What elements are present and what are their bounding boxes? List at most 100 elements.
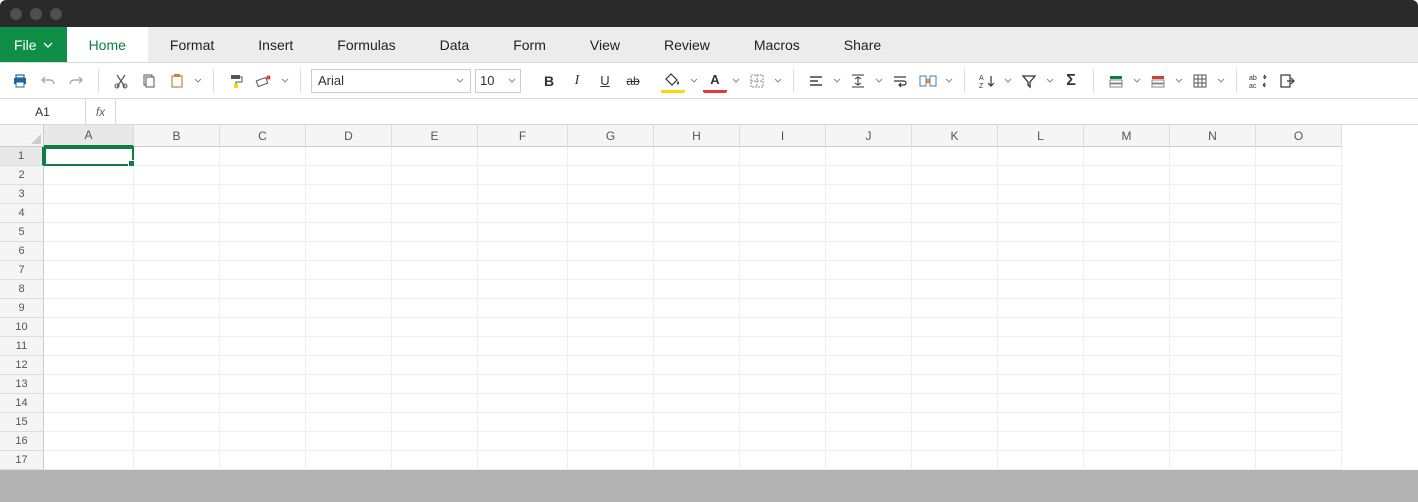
cell[interactable] (392, 280, 478, 299)
cell[interactable] (1084, 432, 1170, 451)
cell[interactable] (44, 299, 134, 318)
cell[interactable] (998, 375, 1084, 394)
cell[interactable] (134, 166, 220, 185)
cell[interactable] (44, 185, 134, 204)
tab-data[interactable]: Data (418, 27, 492, 62)
column-header[interactable]: O (1256, 125, 1342, 147)
cell[interactable] (392, 356, 478, 375)
cell[interactable] (568, 394, 654, 413)
cell[interactable] (1170, 242, 1256, 261)
traffic-light-minimize[interactable] (30, 8, 42, 20)
row-header[interactable]: 1 (0, 147, 44, 166)
cell[interactable] (1256, 261, 1342, 280)
insert-rows-dropdown[interactable] (1132, 77, 1142, 85)
cell[interactable] (1170, 185, 1256, 204)
cell[interactable] (654, 432, 740, 451)
font-name-select[interactable]: Arial (311, 69, 471, 93)
cell[interactable] (478, 375, 568, 394)
cell[interactable] (1256, 451, 1342, 470)
bold-button[interactable]: B (537, 69, 561, 93)
cell[interactable] (134, 147, 220, 166)
cell[interactable] (826, 318, 912, 337)
cell[interactable] (740, 394, 826, 413)
cell[interactable] (1084, 223, 1170, 242)
cell[interactable] (826, 242, 912, 261)
cell[interactable] (740, 185, 826, 204)
font-color-dropdown[interactable] (731, 77, 741, 85)
cell[interactable] (1084, 280, 1170, 299)
cell[interactable] (134, 451, 220, 470)
cell[interactable] (1170, 280, 1256, 299)
cell[interactable] (998, 223, 1084, 242)
cell[interactable] (568, 223, 654, 242)
strikethrough-button[interactable]: ab (621, 69, 645, 93)
merge-cells-button[interactable] (916, 69, 940, 93)
cell[interactable] (134, 337, 220, 356)
cell[interactable] (568, 242, 654, 261)
column-header[interactable]: M (1084, 125, 1170, 147)
cell[interactable] (220, 451, 306, 470)
cell[interactable] (220, 223, 306, 242)
cell[interactable] (306, 147, 392, 166)
cell[interactable] (568, 451, 654, 470)
cell[interactable] (1084, 451, 1170, 470)
cell[interactable] (654, 356, 740, 375)
cell[interactable] (1170, 394, 1256, 413)
tab-view[interactable]: View (568, 27, 642, 62)
cell[interactable] (478, 356, 568, 375)
cell[interactable] (740, 337, 826, 356)
format-cells-dropdown[interactable] (1216, 77, 1226, 85)
cell[interactable] (740, 204, 826, 223)
cell[interactable] (44, 147, 134, 166)
cell[interactable] (826, 413, 912, 432)
cell[interactable] (44, 432, 134, 451)
cell[interactable] (220, 242, 306, 261)
cell[interactable] (44, 337, 134, 356)
cell[interactable] (826, 223, 912, 242)
align-h-dropdown[interactable] (832, 77, 842, 85)
cell[interactable] (134, 356, 220, 375)
cell[interactable] (826, 432, 912, 451)
cell[interactable] (220, 356, 306, 375)
cell[interactable] (740, 451, 826, 470)
cell[interactable] (1084, 261, 1170, 280)
sort-dropdown[interactable] (1003, 77, 1013, 85)
column-header[interactable]: L (998, 125, 1084, 147)
find-replace-button[interactable]: abac (1247, 69, 1271, 93)
cell[interactable] (912, 242, 998, 261)
insert-rows-button[interactable] (1104, 69, 1128, 93)
cell[interactable] (478, 318, 568, 337)
cell[interactable] (306, 261, 392, 280)
cell[interactable] (44, 204, 134, 223)
cell[interactable] (220, 299, 306, 318)
cell[interactable] (134, 204, 220, 223)
tab-insert[interactable]: Insert (236, 27, 315, 62)
cell[interactable] (654, 337, 740, 356)
cell[interactable] (134, 242, 220, 261)
cell[interactable] (912, 394, 998, 413)
paste-dropdown[interactable] (193, 77, 203, 85)
cell[interactable] (1084, 413, 1170, 432)
export-button[interactable] (1275, 69, 1299, 93)
cell[interactable] (826, 337, 912, 356)
cell[interactable] (568, 413, 654, 432)
cell[interactable] (392, 147, 478, 166)
cell[interactable] (1256, 356, 1342, 375)
cell[interactable] (392, 318, 478, 337)
cell[interactable] (998, 242, 1084, 261)
cell[interactable] (1256, 375, 1342, 394)
cell[interactable] (998, 299, 1084, 318)
cell[interactable] (1084, 375, 1170, 394)
cell[interactable] (998, 147, 1084, 166)
fx-icon[interactable]: fx (86, 99, 116, 124)
cell[interactable] (654, 299, 740, 318)
column-header[interactable]: C (220, 125, 306, 147)
borders-dropdown[interactable] (773, 77, 783, 85)
row-header[interactable]: 10 (0, 318, 44, 337)
cell[interactable] (998, 280, 1084, 299)
cell[interactable] (1084, 147, 1170, 166)
delete-rows-dropdown[interactable] (1174, 77, 1184, 85)
align-horizontal-button[interactable] (804, 69, 828, 93)
cell[interactable] (568, 375, 654, 394)
cell[interactable] (306, 451, 392, 470)
